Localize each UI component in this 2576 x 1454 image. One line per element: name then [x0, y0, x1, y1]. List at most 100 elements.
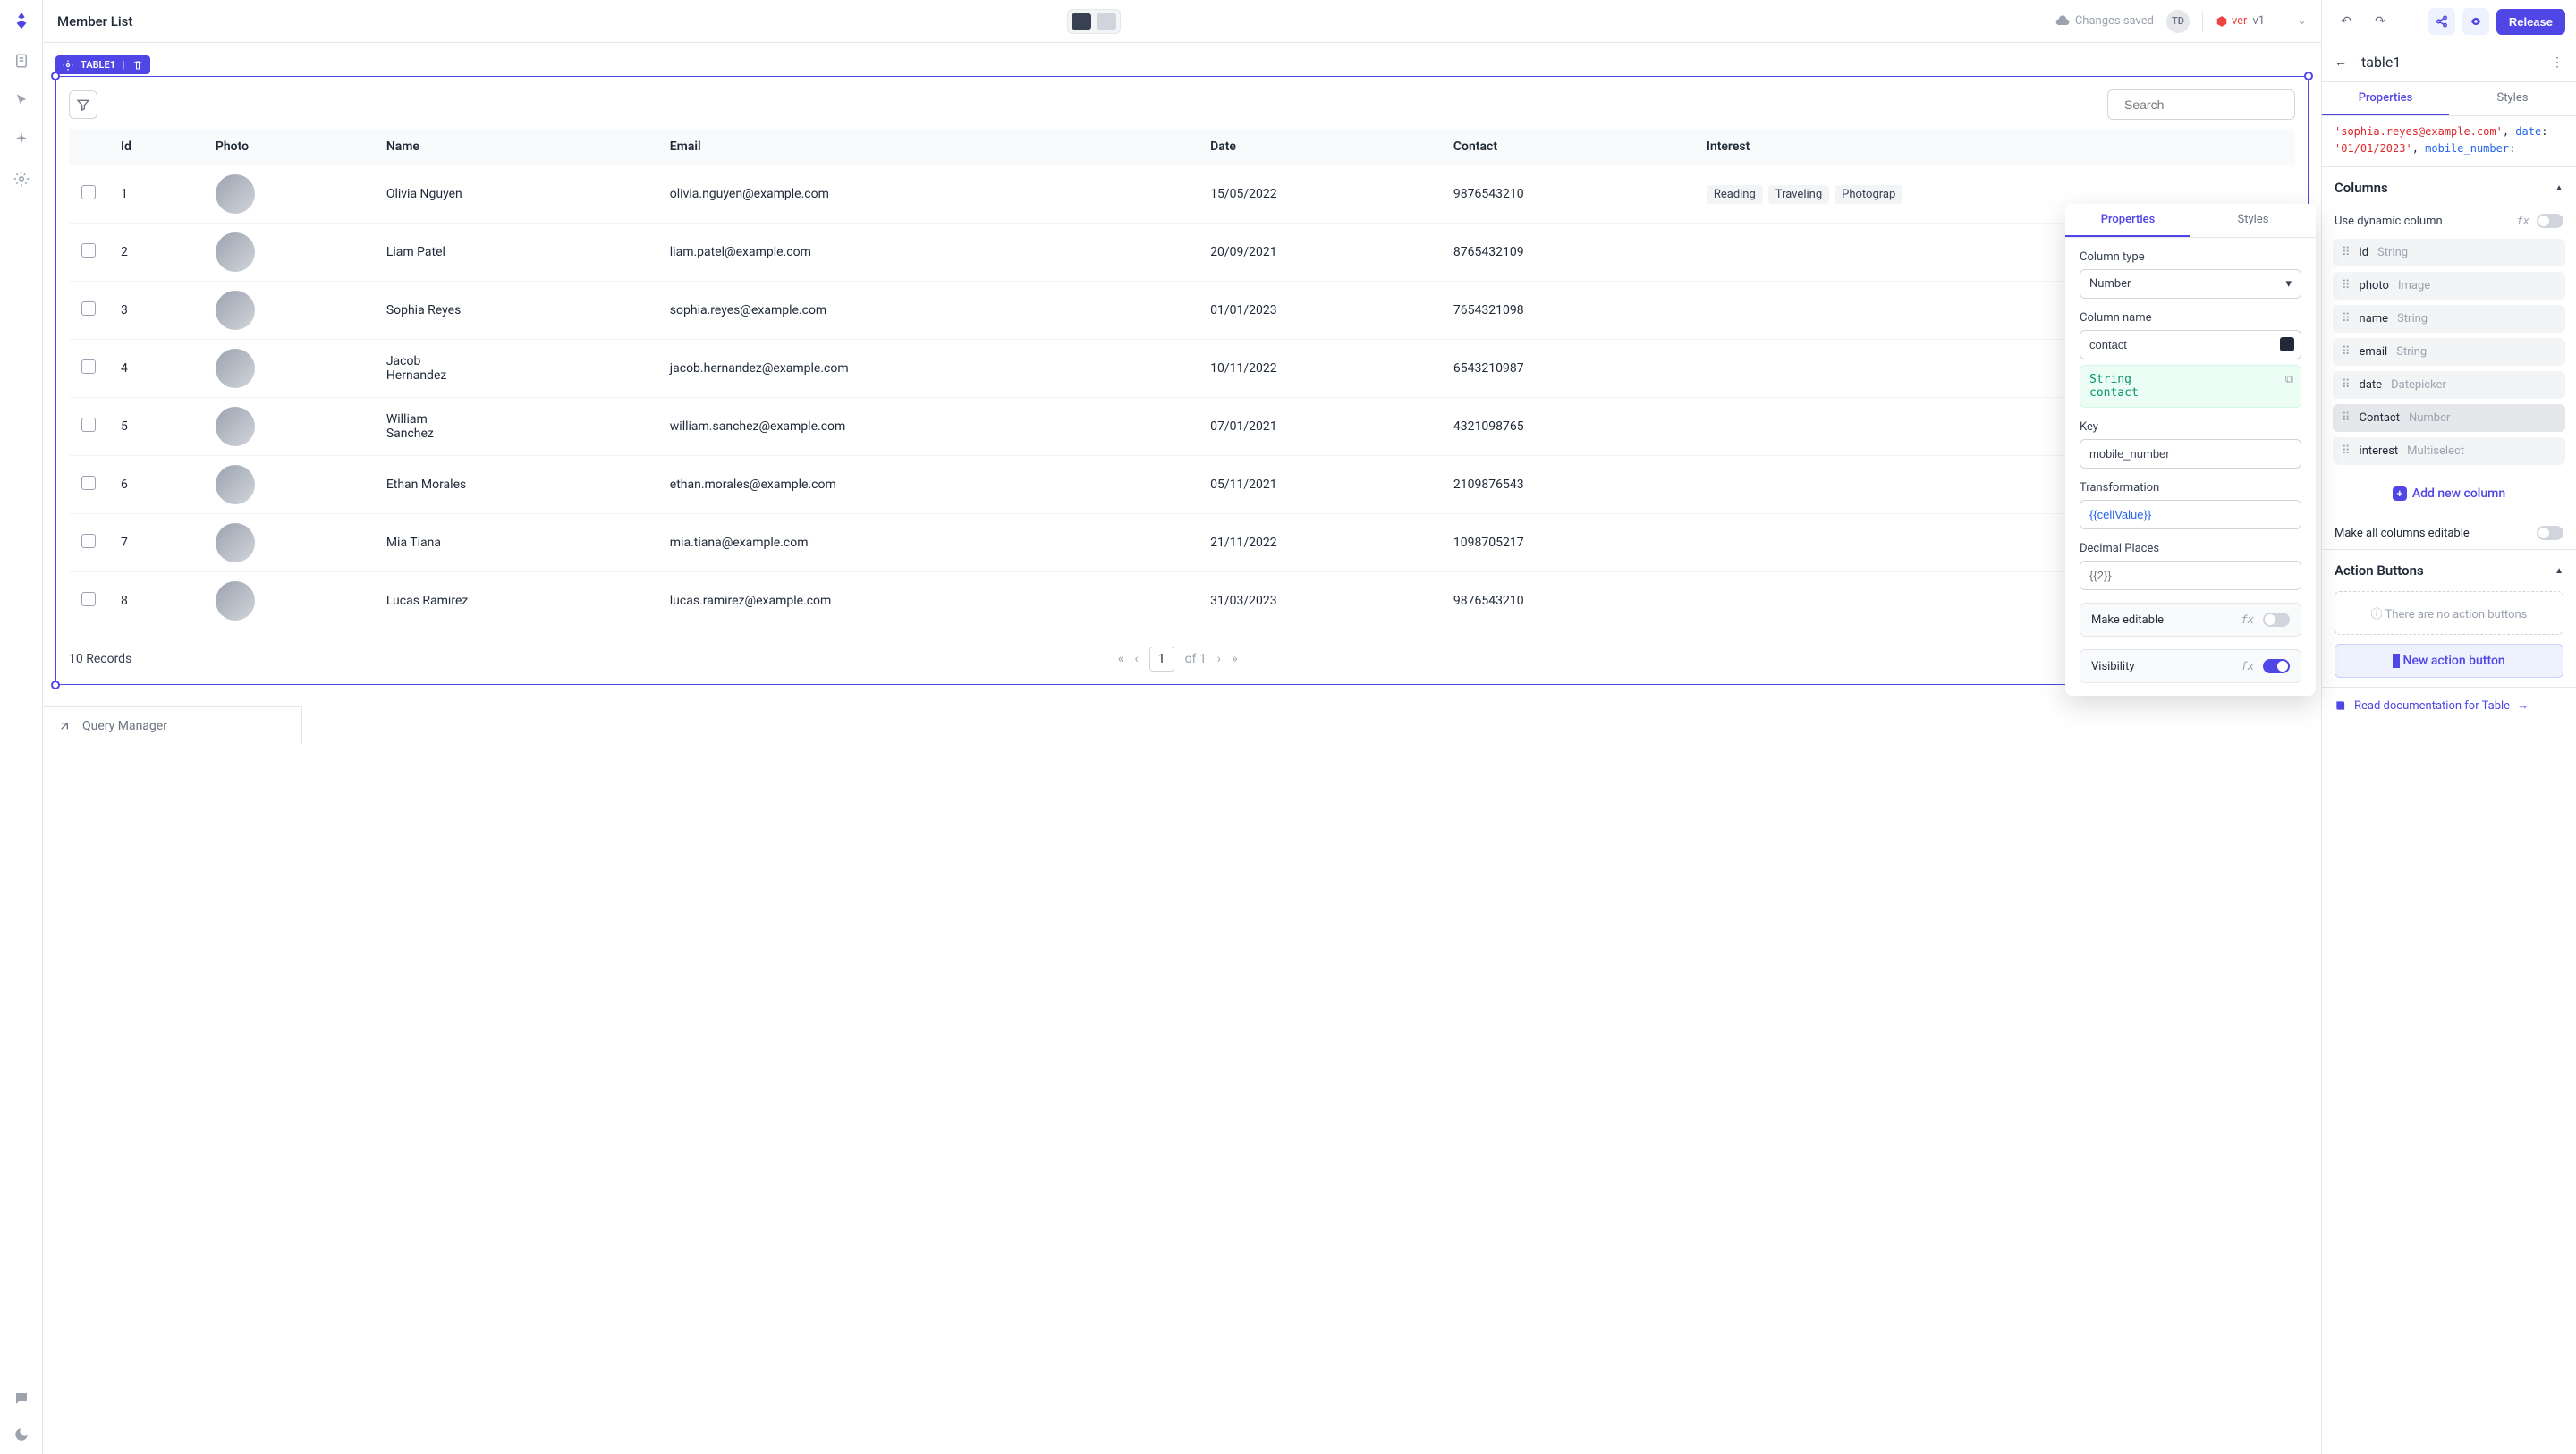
copy-icon[interactable]: ⧉: [2285, 373, 2293, 386]
table-row[interactable]: 8 Lucas Ramirez lucas.ramirez@example.co…: [69, 572, 2295, 630]
user-avatar[interactable]: TD: [2166, 10, 2190, 33]
chat-icon[interactable]: [13, 1390, 30, 1408]
desktop-icon[interactable]: [1072, 13, 1091, 30]
row-checkbox[interactable]: [81, 534, 96, 548]
release-button[interactable]: Release: [2496, 9, 2565, 35]
back-icon[interactable]: ←: [2334, 55, 2347, 70]
page-icon[interactable]: [13, 52, 30, 70]
transformation-input[interactable]: [2080, 500, 2301, 529]
column-name-input[interactable]: [2080, 330, 2301, 359]
table-row[interactable]: 2 Liam Patel liam.patel@example.com 20/0…: [69, 224, 2295, 282]
row-checkbox[interactable]: [81, 301, 96, 316]
pagination[interactable]: « ‹ 1 of 1 › »: [1118, 647, 1238, 672]
cell-email: olivia.nguyen@example.com: [657, 165, 1198, 224]
tab-properties[interactable]: Properties: [2322, 82, 2449, 115]
popover-tab-styles[interactable]: Styles: [2190, 204, 2316, 237]
drag-handle-icon[interactable]: ⠿: [2342, 345, 2351, 359]
code-badge-icon[interactable]: [2280, 337, 2294, 351]
popover-tab-properties[interactable]: Properties: [2065, 204, 2190, 237]
drag-handle-icon[interactable]: ⠿: [2342, 378, 2351, 392]
column-item-date[interactable]: ⠿ date Datepicker: [2333, 371, 2565, 399]
cell-email: ethan.morales@example.com: [657, 456, 1198, 514]
column-type-select[interactable]: Number ▾: [2080, 269, 2301, 299]
row-checkbox[interactable]: [81, 592, 96, 606]
plus-icon: +: [2393, 654, 2400, 668]
resize-handle[interactable]: [2304, 72, 2313, 80]
table-row[interactable]: 6 Ethan Morales ethan.morales@example.co…: [69, 456, 2295, 514]
preview-icon[interactable]: [2462, 8, 2489, 35]
redo-icon[interactable]: ↷: [2367, 8, 2394, 35]
resize-handle[interactable]: [51, 681, 60, 689]
table-header[interactable]: Email: [657, 129, 1198, 165]
drag-handle-icon[interactable]: ⠿: [2342, 312, 2351, 325]
column-item-interest[interactable]: ⠿ interest Multiselect: [2333, 437, 2565, 465]
row-checkbox[interactable]: [81, 359, 96, 374]
columns-section-header[interactable]: Columns ▲: [2322, 167, 2576, 208]
table-header[interactable]: Interest: [1694, 129, 2295, 165]
search-input[interactable]: [2107, 89, 2295, 120]
visibility-toggle[interactable]: [2263, 659, 2290, 673]
decimal-input[interactable]: [2080, 561, 2301, 590]
fx-icon[interactable]: fx: [2517, 215, 2529, 227]
page-number[interactable]: 1: [1149, 647, 1174, 672]
row-checkbox[interactable]: [81, 185, 96, 199]
table-row[interactable]: 7 Mia Tiana mia.tiana@example.com 21/11/…: [69, 514, 2295, 572]
table-widget[interactable]: IdPhotoNameEmailDateContactInterest 1 Ol…: [55, 76, 2309, 685]
column-item-id[interactable]: ⠿ id String: [2333, 239, 2565, 266]
drag-handle-icon[interactable]: ⠿: [2342, 444, 2351, 458]
table-row[interactable]: 3 Sophia Reyes sophia.reyes@example.com …: [69, 282, 2295, 340]
table-row[interactable]: 1 Olivia Nguyen olivia.nguyen@example.co…: [69, 165, 2295, 224]
row-checkbox[interactable]: [81, 418, 96, 432]
table-row[interactable]: 4 JacobHernandez jacob.hernandez@example…: [69, 340, 2295, 398]
action-section-header[interactable]: Action Buttons ▲: [2322, 550, 2576, 591]
column-item-email[interactable]: ⠿ email String: [2333, 338, 2565, 366]
drag-handle-icon[interactable]: ⠿: [2342, 411, 2351, 425]
trash-icon[interactable]: [132, 60, 143, 71]
cursor-icon[interactable]: [13, 91, 30, 109]
mobile-icon[interactable]: [1097, 13, 1116, 30]
gear-icon[interactable]: [13, 170, 30, 188]
table-header[interactable]: Photo: [203, 129, 374, 165]
resize-handle[interactable]: [51, 72, 60, 80]
column-item-contact[interactable]: ⠿ Contact Number: [2333, 404, 2565, 432]
table-row[interactable]: 5 WilliamSanchez william.sanchez@example…: [69, 398, 2295, 456]
sparkle-icon[interactable]: [13, 131, 30, 148]
new-action-button[interactable]: + New action button: [2334, 644, 2563, 678]
moon-icon[interactable]: [13, 1425, 30, 1443]
table-header[interactable]: Contact: [1441, 129, 1694, 165]
column-name-label: Column name: [2080, 311, 2301, 325]
fx-icon[interactable]: fx: [2241, 613, 2254, 626]
drag-handle-icon[interactable]: ⠿: [2342, 246, 2351, 259]
fx-icon[interactable]: fx: [2241, 660, 2254, 672]
element-name: table1: [2361, 54, 2401, 71]
page-first-icon[interactable]: «: [1118, 652, 1124, 666]
row-checkbox[interactable]: [81, 476, 96, 490]
table-header[interactable]: Id: [108, 129, 203, 165]
drag-handle-icon[interactable]: ⠿: [2342, 279, 2351, 292]
dynamic-column-toggle[interactable]: [2537, 214, 2563, 228]
widget-label[interactable]: TABLE1 |: [55, 55, 150, 74]
query-manager-button[interactable]: Query Manager: [43, 706, 302, 744]
share-icon[interactable]: [2428, 8, 2455, 35]
page-prev-icon[interactable]: ‹: [1134, 652, 1138, 666]
make-editable-toggle[interactable]: [2263, 613, 2290, 627]
column-item-name[interactable]: ⠿ name String: [2333, 305, 2565, 333]
key-input[interactable]: [2080, 439, 2301, 469]
more-icon[interactable]: ⋮: [2551, 55, 2563, 70]
column-item-photo[interactable]: ⠿ photo Image: [2333, 272, 2565, 300]
undo-icon[interactable]: ↶: [2333, 8, 2360, 35]
version-selector[interactable]: ver v1 ⌄: [2216, 14, 2307, 28]
page-next-icon[interactable]: ›: [1217, 652, 1221, 666]
filter-button[interactable]: [69, 90, 97, 119]
tab-styles[interactable]: Styles: [2449, 82, 2576, 115]
docs-link[interactable]: Read documentation for Table →: [2322, 687, 2576, 723]
add-column-button[interactable]: +Add new column: [2333, 478, 2565, 510]
make-all-editable-toggle[interactable]: [2537, 526, 2563, 540]
collapse-icon: ▲: [2555, 566, 2563, 576]
avatar: [216, 232, 255, 272]
page-last-icon[interactable]: »: [1232, 652, 1238, 666]
table-header[interactable]: Date: [1198, 129, 1441, 165]
viewport-toggle[interactable]: [1067, 9, 1121, 34]
row-checkbox[interactable]: [81, 243, 96, 258]
table-header[interactable]: Name: [374, 129, 657, 165]
